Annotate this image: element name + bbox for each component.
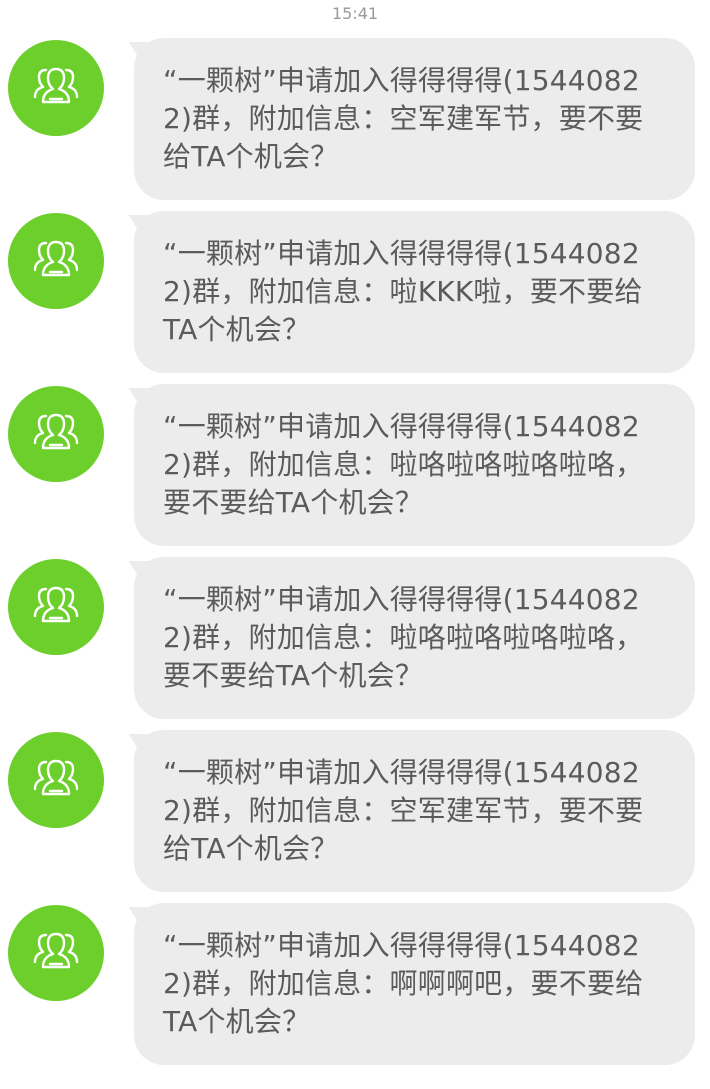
message-bubble[interactable]: “一颗树”申请加入得得得得(15440822)群，附加信息：啦咯啦咯啦咯啦咯，要… [134, 384, 695, 546]
message-item: “一颗树”申请加入得得得得(15440822)群，附加信息：啦咯啦咯啦咯啦咯，要… [0, 557, 710, 722]
group-avatar[interactable] [8, 905, 104, 1001]
message-item: “一颗树”申请加入得得得得(15440822)群，附加信息：啦KKK啦，要不要给… [0, 211, 710, 376]
group-icon [26, 229, 86, 293]
message-item: “一颗树”申请加入得得得得(15440822)群，附加信息：空军建军节，要不要给… [0, 38, 710, 203]
group-icon [26, 402, 86, 466]
group-avatar[interactable] [8, 559, 104, 655]
message-bubble[interactable]: “一颗树”申请加入得得得得(15440822)群，附加信息：啦KKK啦，要不要给… [134, 211, 695, 373]
message-bubble[interactable]: “一颗树”申请加入得得得得(15440822)群，附加信息：啦咯啦咯啦咯啦咯，要… [134, 557, 695, 719]
group-icon [26, 56, 86, 120]
group-icon [26, 921, 86, 985]
message-item: “一颗树”申请加入得得得得(15440822)群，附加信息：空军建军节，要不要给… [0, 730, 710, 895]
message-text: “一颗树”申请加入得得得得(15440822)群，附加信息：啦咯啦咯啦咯啦咯，要… [163, 583, 644, 692]
group-icon [26, 748, 86, 812]
message-item: “一颗树”申请加入得得得得(15440822)群，附加信息：啦咯啦咯啦咯啦咯，要… [0, 384, 710, 549]
message-text: “一颗树”申请加入得得得得(15440822)群，附加信息：空军建军节，要不要给… [163, 756, 644, 865]
message-item: “一颗树”申请加入得得得得(15440822)群，附加信息：啊啊啊吧，要不要给T… [0, 903, 710, 1068]
group-avatar[interactable] [8, 213, 104, 309]
group-avatar[interactable] [8, 386, 104, 482]
message-text: “一颗树”申请加入得得得得(15440822)群，附加信息：啦KKK啦，要不要给… [163, 237, 643, 346]
message-text: “一颗树”申请加入得得得得(15440822)群，附加信息：啊啊啊吧，要不要给T… [163, 929, 644, 1038]
message-bubble[interactable]: “一颗树”申请加入得得得得(15440822)群，附加信息：空军建军节，要不要给… [134, 38, 695, 200]
group-icon [26, 575, 86, 639]
message-bubble[interactable]: “一颗树”申请加入得得得得(15440822)群，附加信息：空军建军节，要不要给… [134, 730, 695, 892]
group-avatar[interactable] [8, 732, 104, 828]
message-bubble[interactable]: “一颗树”申请加入得得得得(15440822)群，附加信息：啊啊啊吧，要不要给T… [134, 903, 695, 1065]
message-text: “一颗树”申请加入得得得得(15440822)群，附加信息：啦咯啦咯啦咯啦咯，要… [163, 410, 644, 519]
group-avatar[interactable] [8, 40, 104, 136]
message-text: “一颗树”申请加入得得得得(15440822)群，附加信息：空军建军节，要不要给… [163, 64, 644, 173]
timestamp: 15:41 [331, 4, 379, 23]
